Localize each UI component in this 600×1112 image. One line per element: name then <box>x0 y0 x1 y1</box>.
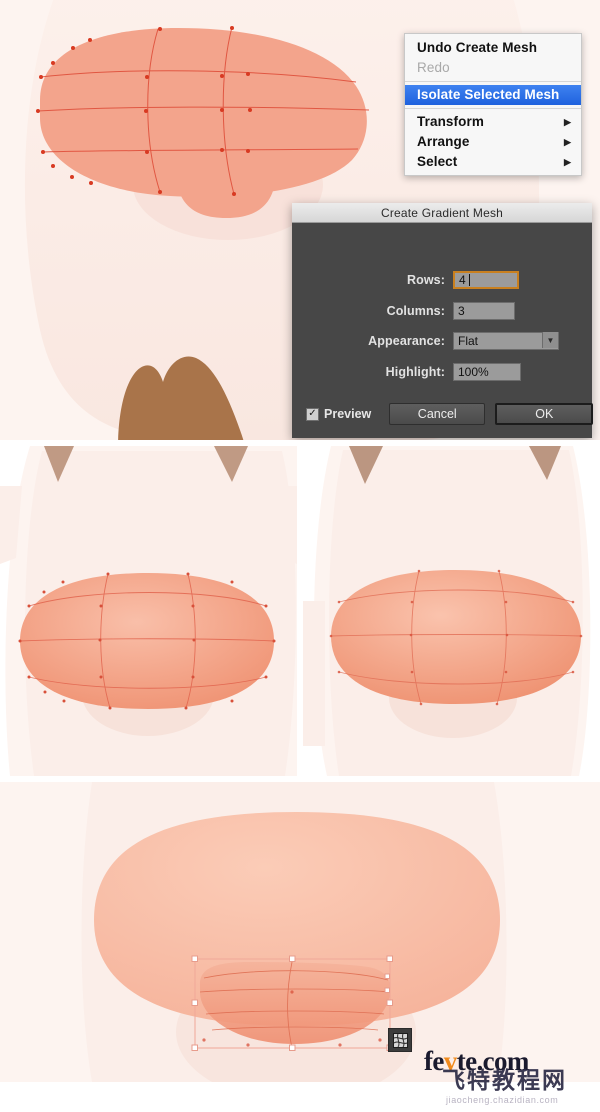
submenu-arrow-icon: ▶ <box>563 116 571 127</box>
artwork-mid-left <box>0 446 297 776</box>
dialog-body: Rows: 4 Columns: 3 Appearance: Flat ▼ Hi… <box>292 223 594 439</box>
mesh-glyph <box>392 1032 408 1048</box>
menu-item-transform[interactable]: Transform ▶ <box>405 112 581 132</box>
step-4-canvas <box>0 782 600 1082</box>
menu-item-label: Redo <box>417 60 450 75</box>
appearance-select[interactable]: Flat ▼ <box>453 332 559 350</box>
rows-row: Rows: 4 <box>292 269 592 291</box>
watermark-brand-cn: 飞特教程网 <box>442 1068 567 1094</box>
menu-item-arrange[interactable]: Arrange ▶ <box>405 132 581 152</box>
watermark-brand-pre: fe <box>424 1046 444 1076</box>
preview-toggle[interactable]: ✓ Preview <box>306 407 371 421</box>
step-2-canvas <box>0 446 297 776</box>
menu-item-label: Select <box>417 154 458 169</box>
gradient-mesh-shape-mid-right <box>329 569 583 706</box>
watermark-subtext: jiaocheng.chazidian.com <box>446 1095 559 1105</box>
menu-item-undo[interactable]: Undo Create Mesh <box>405 38 581 58</box>
appearance-value: Flat <box>458 334 479 348</box>
dialog-footer: ✓ Preview Cancel OK <box>292 401 594 427</box>
menu-item-label: Undo Create Mesh <box>417 40 538 55</box>
highlight-input[interactable]: 100% <box>453 363 521 381</box>
dialog-titlebar: Create Gradient Mesh <box>292 203 592 223</box>
menu-separator-2 <box>405 108 581 109</box>
menu-item-select[interactable]: Select ▶ <box>405 152 581 172</box>
highlight-row: Highlight: 100% <box>292 361 592 383</box>
rows-value: 4 <box>459 273 466 287</box>
rows-input[interactable]: 4 <box>453 271 519 289</box>
chevron-down-icon[interactable]: ▼ <box>542 332 558 348</box>
artwork-mid-right <box>303 446 600 776</box>
columns-input[interactable]: 3 <box>453 302 515 320</box>
ok-button[interactable]: OK <box>495 403 594 425</box>
dialog-title: Create Gradient Mesh <box>380 205 504 220</box>
menu-item-label: Transform <box>417 114 484 129</box>
preview-checkbox[interactable]: ✓ <box>306 407 319 421</box>
appearance-label: Appearance: <box>368 334 445 348</box>
gradient-mesh-tool-icon <box>388 1028 412 1052</box>
gradient-mesh-shape-mid-left <box>18 572 276 710</box>
cancel-button[interactable]: Cancel <box>389 403 486 425</box>
artwork-bottom <box>0 782 600 1082</box>
rows-label: Rows: <box>407 273 445 287</box>
menu-item-redo: Redo <box>405 58 581 78</box>
columns-label: Columns: <box>386 304 445 318</box>
menu-item-label: Arrange <box>417 134 470 149</box>
preview-label: Preview <box>324 407 372 421</box>
highlight-label: Highlight: <box>385 365 445 379</box>
watermark: fevte.com 飞特教程网 jiaocheng.chazidian.com <box>424 1048 594 1108</box>
columns-row: Columns: 3 <box>292 300 592 322</box>
appearance-row: Appearance: Flat ▼ <box>292 330 592 352</box>
create-gradient-mesh-dialog[interactable]: Create Gradient Mesh Rows: 4 Columns: 3 … <box>292 203 594 439</box>
submenu-arrow-icon: ▶ <box>563 156 571 167</box>
step-1-canvas: Undo Create Mesh Redo Isolate Selected M… <box>0 0 600 440</box>
step-3-canvas <box>303 446 600 776</box>
text-caret <box>469 274 470 286</box>
context-menu[interactable]: Undo Create Mesh Redo Isolate Selected M… <box>404 33 582 176</box>
columns-value: 3 <box>458 304 465 318</box>
highlight-value: 100% <box>458 365 489 379</box>
menu-item-isolate-selected-mesh[interactable]: Isolate Selected Mesh <box>405 85 581 105</box>
menu-separator-1 <box>405 81 581 82</box>
ok-button-label: OK <box>535 407 554 421</box>
menu-item-label: Isolate Selected Mesh <box>417 87 560 102</box>
submenu-arrow-icon: ▶ <box>563 136 571 147</box>
cancel-button-label: Cancel <box>417 407 457 421</box>
